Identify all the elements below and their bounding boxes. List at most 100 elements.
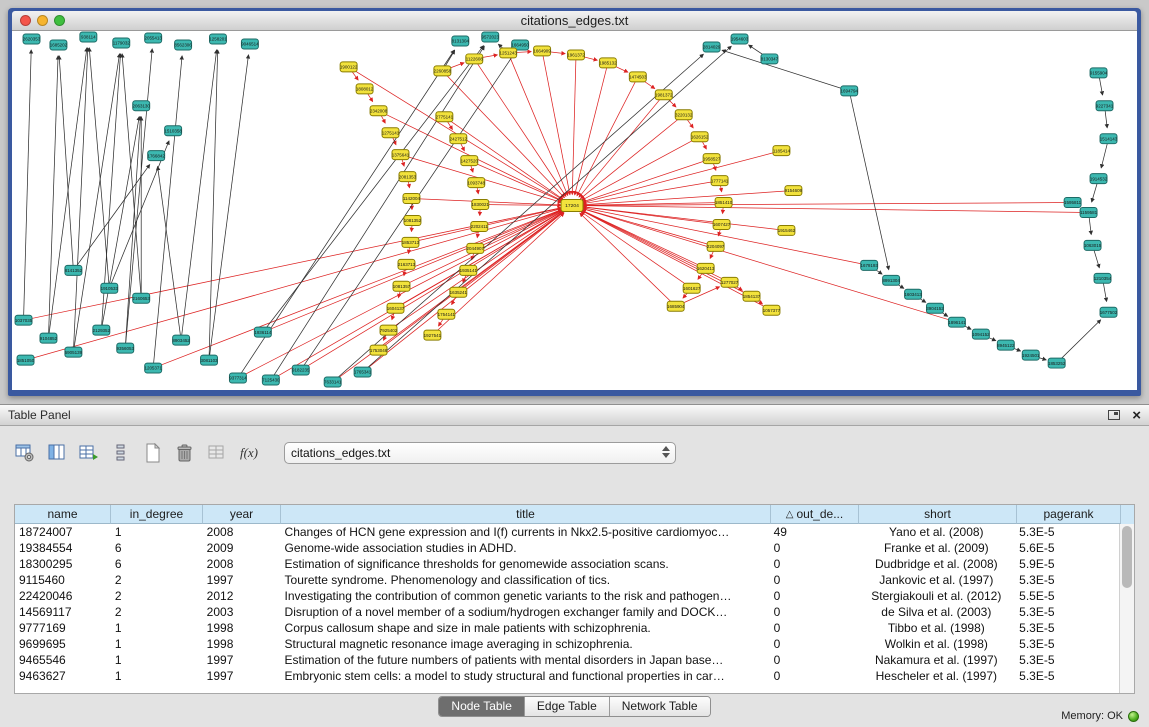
graph-node[interactable]: 1924501 <box>1022 350 1040 360</box>
graph-node[interactable]: 2055413 <box>144 33 162 43</box>
graph-node[interactable]: 7633141 <box>324 377 342 387</box>
import-table-icon[interactable] <box>206 442 228 464</box>
graph-edge[interactable] <box>575 63 608 195</box>
graph-node[interactable]: 1510358 <box>164 126 182 136</box>
graph-node[interactable]: 1258201 <box>209 34 227 44</box>
network-view[interactable]: 2620353168520293811411790322055413856230… <box>12 31 1137 390</box>
graph-node[interactable]: 2342008 <box>370 106 388 116</box>
graph-node[interactable]: 1685904 <box>667 301 685 311</box>
graph-node[interactable]: 1277027 <box>721 277 739 287</box>
graph-node[interactable]: 5905139 <box>65 347 83 357</box>
graph-edge[interactable] <box>542 51 570 195</box>
graph-node[interactable]: 9154609 <box>785 186 803 196</box>
graph-node[interactable]: 1122608 <box>466 54 484 64</box>
graph-node[interactable]: 1754141 <box>438 309 456 319</box>
graph-node[interactable]: 17204 <box>561 200 583 212</box>
graph-node[interactable]: 1753046 <box>370 345 388 355</box>
graph-edge[interactable] <box>181 50 217 340</box>
table-row[interactable]: 2242004622012Investigating the contribut… <box>15 588 1119 604</box>
graph-edge[interactable] <box>209 55 248 360</box>
graph-node[interactable]: 2160653 <box>133 293 151 303</box>
column-header-title[interactable]: title <box>281 505 771 524</box>
graph-edge[interactable] <box>271 211 563 380</box>
window-titlebar[interactable]: citations_edges.txt <box>12 11 1137 31</box>
traffic-light[interactable] <box>20 15 31 26</box>
column-header-year[interactable]: year <box>203 505 281 524</box>
table-row[interactable]: 1830029562008Estimation of significance … <box>15 556 1119 572</box>
graph-edge[interactable] <box>153 56 182 368</box>
row-options-icon[interactable] <box>110 442 132 464</box>
graph-edge[interactable] <box>583 151 782 203</box>
column-header-pagerank[interactable]: pagerank <box>1017 505 1121 524</box>
graph-node[interactable]: 9046514 <box>241 39 259 49</box>
graph-edge[interactable] <box>581 212 692 289</box>
graph-node[interactable]: 1935141 <box>460 265 478 275</box>
column-header-in_degree[interactable]: in_degree <box>111 505 203 524</box>
graph-node[interactable]: 3904152 <box>926 303 944 313</box>
graph-node[interactable]: 1685202 <box>50 40 68 50</box>
graph-node[interactable]: 1914532 <box>1090 174 1108 184</box>
graph-edge[interactable] <box>583 191 793 205</box>
graph-node[interactable]: 1179032 <box>113 38 131 48</box>
graph-edge[interactable] <box>722 50 849 91</box>
graph-node[interactable]: 1603413 <box>904 289 922 299</box>
graph-node[interactable]: 1251243 <box>499 48 517 58</box>
graph-node[interactable]: 1514143 <box>1100 134 1118 144</box>
graph-node[interactable]: 1900122 <box>340 62 358 72</box>
graph-node[interactable]: 1958527 <box>703 154 721 164</box>
traffic-light[interactable] <box>37 15 48 26</box>
graph-node[interactable]: 7125430 <box>262 375 280 385</box>
close-panel-icon[interactable]: × <box>1132 408 1141 423</box>
graph-node[interactable]: 1081352 <box>404 215 422 225</box>
graph-edge[interactable] <box>24 50 32 320</box>
function-builder-icon[interactable]: f(x) <box>238 442 260 464</box>
graph-node[interactable]: 9572023 <box>482 32 500 42</box>
graph-edge[interactable] <box>209 50 218 360</box>
graph-node[interactable]: 9356053 <box>117 343 135 353</box>
graph-node[interactable]: 1853713 <box>402 237 420 247</box>
traffic-light[interactable] <box>54 15 65 26</box>
graph-node[interactable]: 938114 <box>80 32 97 42</box>
table-row[interactable]: 911546021997Tourette syndrome. Phenomeno… <box>15 572 1119 588</box>
table-row[interactable]: 1872400712008Changes of HCN gene express… <box>15 524 1119 540</box>
tab-edge-table[interactable]: Edge Table <box>525 697 610 716</box>
graph-node[interactable]: 1851410 <box>715 198 733 208</box>
graph-node[interactable]: 2081353 <box>399 172 417 182</box>
table-edit-icon[interactable] <box>78 442 100 464</box>
graph-edge[interactable] <box>579 95 664 197</box>
graph-edge[interactable] <box>583 208 869 266</box>
graph-node[interactable]: 1595811 <box>1064 198 1082 208</box>
graph-node[interactable]: 1275141 <box>382 128 400 138</box>
citation-graph[interactable]: 2620353168520293811411790322055413856230… <box>12 31 1137 390</box>
graph-edge[interactable] <box>508 53 568 195</box>
graph-node[interactable]: 1081357 <box>393 281 411 291</box>
graph-edge[interactable] <box>89 48 109 288</box>
graph-node[interactable]: 1679193 <box>860 260 878 270</box>
graph-node[interactable]: 9155904 <box>1090 68 1108 78</box>
graph-node[interactable]: 8131304 <box>452 36 470 46</box>
graph-node[interactable]: 1808012 <box>356 84 374 94</box>
graph-node[interactable]: 1985132 <box>599 58 617 68</box>
graph-node[interactable]: 1896141 <box>948 317 966 327</box>
column-display-icon[interactable] <box>46 442 68 464</box>
graph-edge[interactable] <box>580 213 676 306</box>
table-row[interactable]: 969969511998Structural magnetic resonanc… <box>15 636 1119 652</box>
column-header-short[interactable]: short <box>859 505 1017 524</box>
graph-node[interactable]: 1853252 <box>1048 358 1066 368</box>
graph-node[interactable]: 3220132 <box>675 110 693 120</box>
graph-node[interactable]: 9377314 <box>229 373 247 383</box>
graph-node[interactable]: 8903452 <box>172 335 190 345</box>
graph-node[interactable]: 1620413 <box>697 263 715 273</box>
graph-node[interactable]: 1635241 <box>450 287 468 297</box>
graph-node[interactable]: 1981372 <box>655 90 673 100</box>
graph-edge[interactable] <box>577 77 638 196</box>
graph-node[interactable]: 1375641 <box>392 150 410 160</box>
graph-edge[interactable] <box>849 91 889 270</box>
graph-node[interactable]: 1854137 <box>743 291 761 301</box>
graph-node[interactable]: 1910533 <box>101 283 119 293</box>
graph-node[interactable]: 1093748 <box>468 178 486 188</box>
graph-edge[interactable] <box>122 54 141 298</box>
graph-node[interactable]: 1607427 <box>713 219 731 229</box>
column-header-out_de[interactable]: △out_de... <box>771 505 859 524</box>
graph-node[interactable]: 1694794 <box>841 86 859 96</box>
